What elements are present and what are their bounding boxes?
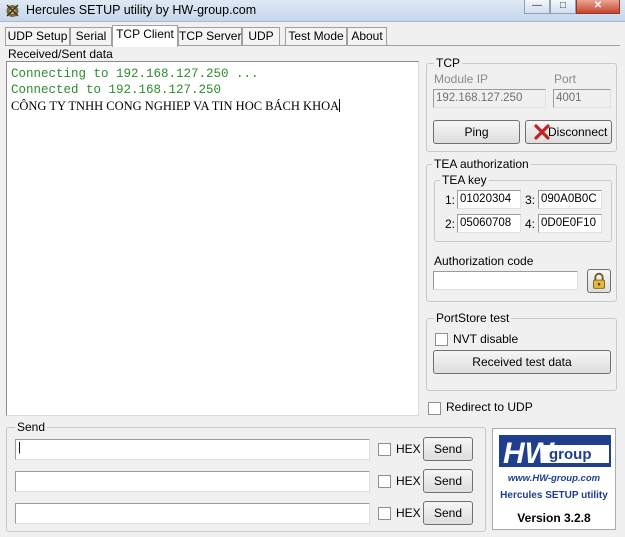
- tea-key-title: TEA key: [440, 173, 489, 187]
- tab-divider: [5, 45, 620, 46]
- tea-k1-label: 1:: [445, 193, 456, 207]
- text-caret: [339, 99, 341, 112]
- redirect-to-udp-label: Redirect to UDP: [446, 400, 533, 414]
- hex-checkbox-3[interactable]: [378, 507, 391, 520]
- tea-k1-field[interactable]: 01020304: [457, 190, 521, 209]
- tab-udp-setup[interactable]: UDP Setup: [5, 27, 70, 46]
- log-line-typed: CÔNG TY TNHH CONG NGHIEP VA TIN HOC BÁCH…: [11, 98, 418, 114]
- received-test-data-button[interactable]: Received test data: [433, 350, 611, 374]
- tea-k4-label: 4:: [525, 217, 536, 231]
- tea-k4-field[interactable]: 0D0E0F10: [538, 214, 602, 233]
- tea-k2-field[interactable]: 05060708: [457, 214, 521, 233]
- nvt-disable-label: NVT disable: [453, 332, 519, 346]
- hercules-app-icon[interactable]: [4, 2, 21, 19]
- tea-group-title: TEA authorization: [432, 157, 531, 171]
- tea-k3-label: 3:: [525, 193, 536, 207]
- port-field[interactable]: 4001: [553, 89, 611, 108]
- send-input-3[interactable]: [15, 503, 370, 524]
- close-button[interactable]: ✕: [576, 0, 620, 14]
- send-button-1[interactable]: Send: [423, 437, 473, 461]
- title-bar: Hercules SETUP utility by HW-group.com —…: [0, 0, 625, 22]
- send-input-1[interactable]: |: [15, 439, 370, 460]
- hex-label-1: HEX: [396, 442, 421, 456]
- disconnect-x-icon: [534, 124, 550, 140]
- send-button-label: Send: [433, 442, 463, 456]
- authorization-lock-button[interactable]: [587, 269, 611, 293]
- nvt-disable-checkbox[interactable]: [435, 333, 448, 346]
- send-group-title: Send: [15, 420, 48, 434]
- module-ip-label: Module IP: [434, 72, 489, 86]
- send-input-2[interactable]: [15, 471, 370, 492]
- tab-test-mode[interactable]: Test Mode: [285, 27, 347, 46]
- logo-group-text: group: [549, 446, 592, 463]
- window-title: Hercules SETUP utility by HW-group.com: [26, 3, 257, 17]
- ping-label: Ping: [464, 125, 489, 139]
- disconnect-label: Disconnect: [548, 125, 608, 139]
- maximize-button[interactable]: □: [550, 0, 576, 14]
- hex-checkbox-2[interactable]: [378, 475, 391, 488]
- hw-group-logo: HW group www.HW-group.com Hercules SETUP…: [492, 428, 616, 530]
- disconnect-button[interactable]: Disconnect: [525, 120, 612, 144]
- send-button-label: Send: [433, 506, 463, 520]
- log-line: Connected to 192.168.127.250: [11, 83, 222, 97]
- logo-version: Version 3.2.8: [517, 511, 591, 525]
- authorization-code-label: Authorization code: [434, 254, 534, 268]
- minimize-button[interactable]: —: [524, 0, 550, 14]
- tab-serial[interactable]: Serial: [70, 27, 112, 46]
- module-ip-field[interactable]: 192.168.127.250: [433, 89, 546, 108]
- tea-k2-label: 2:: [445, 217, 456, 231]
- received-sent-label: Received/Sent data: [8, 47, 113, 61]
- send-button-2[interactable]: Send: [423, 469, 473, 493]
- hex-checkbox-1[interactable]: [378, 443, 391, 456]
- received-test-data-label: Received test data: [472, 355, 572, 369]
- hex-label-3: HEX: [396, 506, 421, 520]
- portstore-group-title: PortStore test: [434, 311, 512, 325]
- redirect-to-udp-checkbox[interactable]: [428, 402, 441, 415]
- tab-tcp-client[interactable]: TCP Client: [112, 25, 178, 47]
- lock-icon: [593, 272, 605, 289]
- tcp-group-title: TCP: [434, 56, 462, 70]
- send-button-label: Send: [433, 474, 463, 488]
- tea-k3-field[interactable]: 090A0B0C: [538, 190, 602, 209]
- hw-group-badge: HW group: [499, 435, 611, 470]
- received-sent-textarea[interactable]: Connecting to 192.168.127.250 ... Connec…: [6, 61, 419, 416]
- authorization-code-field[interactable]: [433, 271, 578, 290]
- tab-about[interactable]: About: [347, 27, 387, 46]
- ping-button[interactable]: Ping: [433, 120, 520, 144]
- port-label: Port: [554, 72, 577, 86]
- log-line-text: CÔNG TY TNHH CONG NGHIEP VA TIN HOC BÁCH…: [11, 99, 340, 113]
- send-button-3[interactable]: Send: [423, 501, 473, 525]
- logo-url: www.HW-group.com: [507, 473, 601, 484]
- tab-tcp-server[interactable]: TCP Server: [178, 27, 242, 46]
- tab-udp[interactable]: UDP: [242, 27, 280, 46]
- logo-product-name: Hercules SETUP utility: [500, 490, 608, 501]
- log-line: Connecting to 192.168.127.250 ...: [11, 67, 259, 81]
- hex-label-2: HEX: [396, 474, 421, 488]
